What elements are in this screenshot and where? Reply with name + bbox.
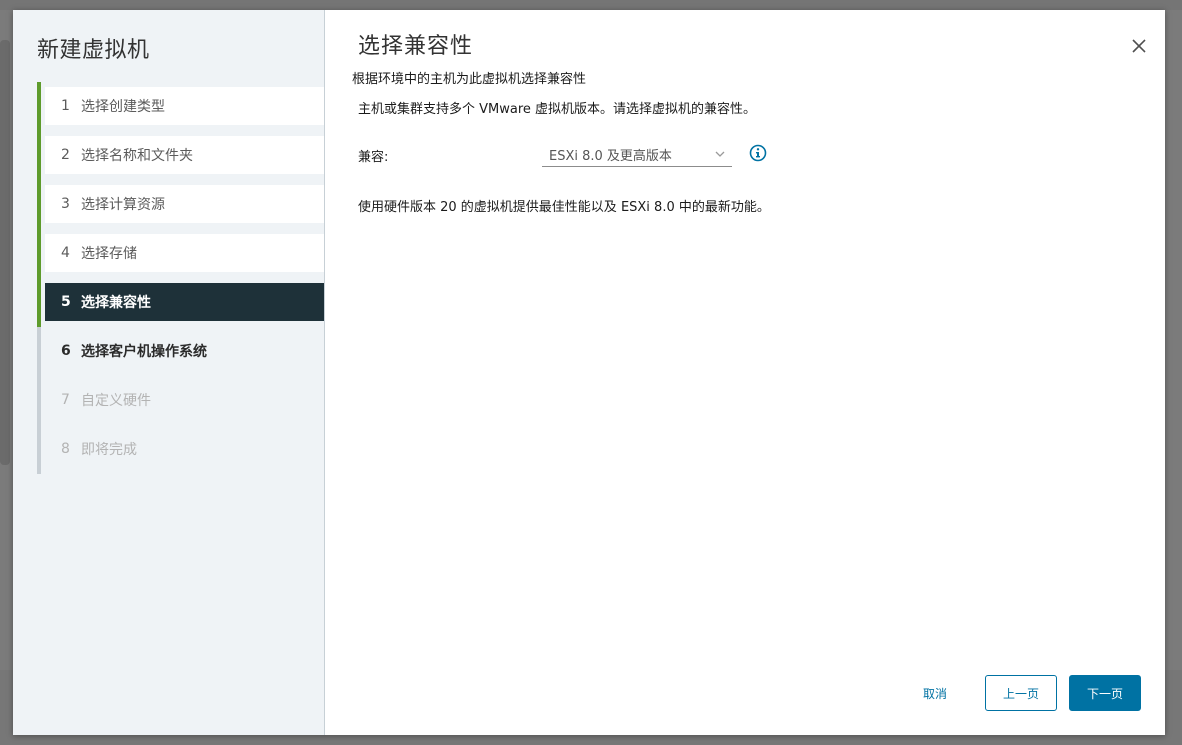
step-3-link[interactable]: 3 选择计算资源 (45, 185, 324, 223)
page-title: 选择兼容性 (358, 34, 474, 59)
step-4-link[interactable]: 4 选择存储 (45, 234, 324, 272)
step-label: 选择客户机操作系统 (81, 344, 207, 360)
step-number: 6 (61, 343, 71, 359)
next-button[interactable]: 下一页 (1069, 675, 1141, 711)
new-vm-wizard-dialog: 新建虚拟机 1 选择创建类型 2 选择名称和文件夹 3 选择计算资源 4 选择存… (13, 10, 1165, 735)
step-number: 8 (61, 441, 70, 457)
compatibility-label: 兼容: (358, 150, 389, 165)
step-label: 选择存储 (81, 246, 137, 262)
step-progress-rail (37, 278, 41, 327)
step-progress-rail (37, 131, 41, 180)
step-number: 7 (61, 392, 70, 408)
page-subtitle: 根据环境中的主机为此虚拟机选择兼容性 (352, 72, 587, 87)
step-number: 5 (61, 294, 71, 310)
step-number: 4 (61, 245, 70, 261)
step-number: 3 (61, 196, 70, 212)
step-label: 自定义硬件 (81, 393, 151, 409)
compatibility-selected-value: ESXi 8.0 及更高版本 (549, 149, 672, 164)
close-icon (1132, 39, 1146, 53)
step-label: 即将完成 (81, 442, 137, 458)
step-8-link-disabled: 8 即将完成 (45, 430, 324, 468)
step-2-link[interactable]: 2 选择名称和文件夹 (45, 136, 324, 174)
cancel-button[interactable]: 取消 (905, 675, 965, 711)
step-progress-rail (37, 425, 41, 474)
step-progress-rail (37, 82, 41, 131)
step-5-link-current[interactable]: 5 选择兼容性 (45, 283, 324, 321)
page-description: 主机或集群支持多个 VMware 虚拟机版本。请选择虚拟机的兼容性。 (358, 102, 757, 117)
info-icon[interactable] (749, 144, 767, 162)
step-6-link[interactable]: 6 选择客户机操作系统 (45, 332, 324, 370)
step-1-link[interactable]: 1 选择创建类型 (45, 87, 324, 125)
background-app-top (0, 0, 1182, 10)
step-label: 选择计算资源 (81, 197, 165, 213)
wizard-title: 新建虚拟机 (37, 38, 150, 63)
step-label: 选择名称和文件夹 (81, 148, 193, 164)
wizard-steps-list: 1 选择创建类型 2 选择名称和文件夹 3 选择计算资源 4 选择存储 5 选择… (37, 82, 324, 474)
wizard-content-pane: 选择兼容性 根据环境中的主机为此虚拟机选择兼容性 主机或集群支持多个 VMwar… (325, 10, 1165, 735)
hardware-version-note: 使用硬件版本 20 的虚拟机提供最佳性能以及 ESXi 8.0 中的最新功能。 (358, 200, 770, 215)
step-4: 4 选择存储 (37, 229, 324, 278)
step-number: 2 (61, 147, 70, 163)
step-2: 2 选择名称和文件夹 (37, 131, 324, 180)
step-3: 3 选择计算资源 (37, 180, 324, 229)
step-label: 选择创建类型 (81, 99, 165, 115)
step-progress-rail (37, 229, 41, 278)
step-8: 8 即将完成 (37, 425, 324, 474)
chevron-down-icon (715, 151, 725, 157)
step-1: 1 选择创建类型 (37, 82, 324, 131)
step-number: 1 (61, 98, 70, 114)
step-label: 选择兼容性 (81, 295, 151, 311)
step-progress-rail (37, 180, 41, 229)
wizard-steps-pane: 新建虚拟机 1 选择创建类型 2 选择名称和文件夹 3 选择计算资源 4 选择存… (13, 10, 325, 735)
step-6: 6 选择客户机操作系统 (37, 327, 324, 376)
step-7: 7 自定义硬件 (37, 376, 324, 425)
step-5: 5 选择兼容性 (37, 278, 324, 327)
step-7-link-disabled: 7 自定义硬件 (45, 381, 324, 419)
step-progress-rail (37, 376, 41, 425)
compatibility-select[interactable]: ESXi 8.0 及更高版本 (542, 143, 732, 167)
background-scrollbar (0, 40, 10, 465)
back-button[interactable]: 上一页 (985, 675, 1057, 711)
step-progress-rail (37, 327, 41, 376)
close-button[interactable] (1129, 36, 1149, 56)
